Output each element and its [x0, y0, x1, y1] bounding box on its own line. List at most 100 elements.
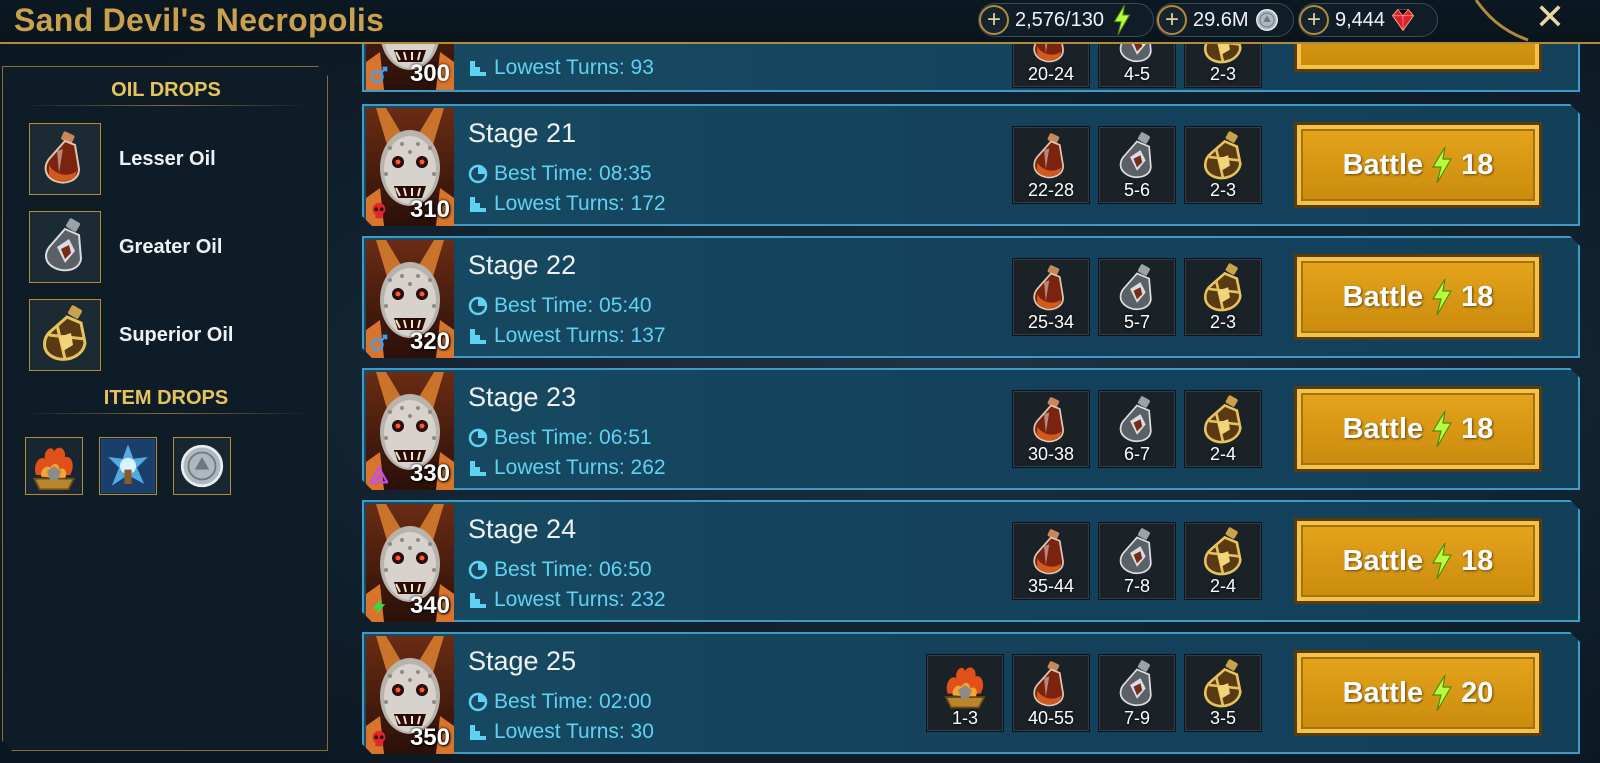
reward-superior-oil[interactable]: 2-4 [1184, 522, 1262, 600]
stage-row[interactable]: 310 Stage 21 Best Time: 08:35 Lowest Tur… [362, 104, 1580, 226]
reward-qty: 1-3 [951, 708, 978, 728]
add-gems-button[interactable]: + [1299, 5, 1329, 35]
lowest-turns-text: Lowest Turns: 30 [494, 720, 654, 743]
superior-oil-icon [1197, 659, 1249, 711]
steps-icon [468, 326, 488, 346]
battle-button[interactable]: Battle 18 [1294, 122, 1542, 208]
reward-qty: 7-9 [1123, 708, 1150, 728]
battle-button[interactable]: Battle 18 [1294, 518, 1542, 604]
best-time: Best Time: 02:00 [468, 690, 652, 714]
energy-bolt-icon [1108, 6, 1136, 34]
lesser-oil-icon [1025, 263, 1077, 315]
reward-greater-oil[interactable]: 4-5 [1098, 44, 1176, 88]
reward-qty: 22-28 [1027, 180, 1075, 200]
reward-qty: 7-8 [1123, 576, 1150, 596]
reward-superior-oil[interactable]: 2-4 [1184, 390, 1262, 468]
add-energy-button[interactable]: + [979, 5, 1009, 35]
reward-greater-oil[interactable]: 7-9 [1098, 654, 1176, 732]
battle-label: Battle [1342, 544, 1424, 577]
reward-ember-artifact[interactable]: 1-3 [926, 654, 1004, 732]
oil-label: Superior Oil [119, 323, 234, 346]
blue-accessory-icon[interactable] [99, 437, 157, 495]
force-affinity-icon [370, 730, 388, 748]
reward-greater-oil[interactable]: 7-8 [1098, 522, 1176, 600]
reward-qty: 2-4 [1209, 576, 1236, 596]
reward-superior-oil[interactable]: 2-3 [1184, 44, 1262, 88]
energy-bolt-icon [1429, 411, 1455, 447]
reward-greater-oil[interactable]: 5-7 [1098, 258, 1176, 336]
boss-portrait: 310 [366, 108, 454, 226]
clock-icon [468, 164, 488, 184]
page-title: Sand Devil's Necropolis [14, 2, 385, 38]
energy-cost: 18 [1461, 148, 1494, 181]
reward-superior-oil[interactable]: 2-3 [1184, 126, 1262, 204]
lowest-turns: Lowest Turns: 93 [468, 56, 654, 80]
best-time-text: Best Time: 05:40 [494, 294, 652, 317]
reward-lesser-oil[interactable]: 40-55 [1012, 654, 1090, 732]
greater-oil-icon [1111, 527, 1163, 579]
reward-lesser-oil[interactable]: 35-44 [1012, 522, 1090, 600]
gems-counter[interactable]: + 9,444 [1298, 3, 1438, 37]
battle-label: Battle [1342, 280, 1424, 313]
best-time: Best Time: 05:40 [468, 294, 652, 318]
reward-qty: 6-7 [1123, 444, 1150, 464]
reward-superior-oil[interactable]: 2-3 [1184, 258, 1262, 336]
energy-cost: 20 [1461, 676, 1494, 709]
battle-label: Battle [1342, 676, 1424, 709]
stage-name: Stage 25 [468, 646, 577, 676]
best-time: Best Time: 06:51 [468, 426, 652, 450]
superior-oil-icon [1197, 395, 1249, 447]
clock-icon [468, 428, 488, 448]
best-time: Best Time: 06:50 [468, 558, 652, 582]
steps-icon [468, 194, 488, 214]
silver-counter[interactable]: + 29.6M [1156, 3, 1294, 37]
steps-icon [468, 458, 488, 478]
stage-name: Stage 22 [468, 250, 577, 280]
stage-row[interactable]: 350 Stage 25 Best Time: 02:00 Lowest Tur… [362, 632, 1580, 754]
ember-artifact-icon [939, 659, 991, 711]
reward-lesser-oil[interactable]: 20-24 [1012, 44, 1090, 88]
greater-oil-icon [1111, 263, 1163, 315]
superior-oil-icon [1197, 527, 1249, 579]
best-time-text: Best Time: 06:51 [494, 426, 652, 449]
spirit-affinity-icon [370, 598, 388, 616]
stage-row[interactable]: 320 Stage 22 Best Time: 05:40 Lowest Tur… [362, 236, 1580, 358]
close-button[interactable]: ✕ [1532, 0, 1568, 36]
oil-drop-lesser[interactable]: Lesser Oil [29, 123, 216, 195]
battle-button[interactable]: Battle 18 [1294, 254, 1542, 340]
energy-bolt-icon [1429, 279, 1455, 315]
oil-drop-greater[interactable]: Greater Oil [29, 211, 222, 283]
reward-qty: 5-6 [1123, 180, 1150, 200]
silver-coin-icon[interactable] [173, 437, 231, 495]
energy-counter[interactable]: + 2,576/130 [978, 3, 1154, 37]
reward-greater-oil[interactable]: 6-7 [1098, 390, 1176, 468]
reward-greater-oil[interactable]: 5-6 [1098, 126, 1176, 204]
superior-oil-icon [1197, 263, 1249, 315]
add-silver-button[interactable]: + [1157, 5, 1187, 35]
stage-row[interactable]: 340 Stage 24 Best Time: 06:50 Lowest Tur… [362, 500, 1580, 622]
reward-superior-oil[interactable]: 3-5 [1184, 654, 1262, 732]
energy-bolt-icon [1429, 543, 1455, 579]
reward-qty: 35-44 [1027, 576, 1075, 596]
stage-row[interactable]: 330 Stage 23 Best Time: 06:51 Lowest Tur… [362, 368, 1580, 490]
oil-label: Lesser Oil [119, 147, 216, 170]
gems-value: 9,444 [1335, 8, 1386, 31]
boss-level: 330 [409, 460, 450, 487]
greater-oil-icon [1111, 131, 1163, 183]
best-time-text: Best Time: 06:50 [494, 558, 652, 581]
ember-artifact-icon[interactable] [25, 437, 83, 495]
oil-drop-superior[interactable]: Superior Oil [29, 299, 233, 371]
steps-icon [468, 590, 488, 610]
oil-drops-title: OIL DROPS [111, 79, 221, 101]
reward-lesser-oil[interactable]: 25-34 [1012, 258, 1090, 336]
reward-lesser-oil[interactable]: 22-28 [1012, 126, 1090, 204]
battle-button[interactable] [1294, 44, 1542, 72]
reward-lesser-oil[interactable]: 30-38 [1012, 390, 1090, 468]
lowest-turns: Lowest Turns: 30 [468, 720, 654, 744]
battle-label: Battle [1342, 412, 1424, 445]
magic-affinity-icon [370, 66, 388, 84]
stage-name: Stage 24 [468, 514, 577, 544]
battle-button[interactable]: Battle 18 [1294, 386, 1542, 472]
steps-icon [468, 58, 488, 78]
battle-button[interactable]: Battle 20 [1294, 650, 1542, 736]
